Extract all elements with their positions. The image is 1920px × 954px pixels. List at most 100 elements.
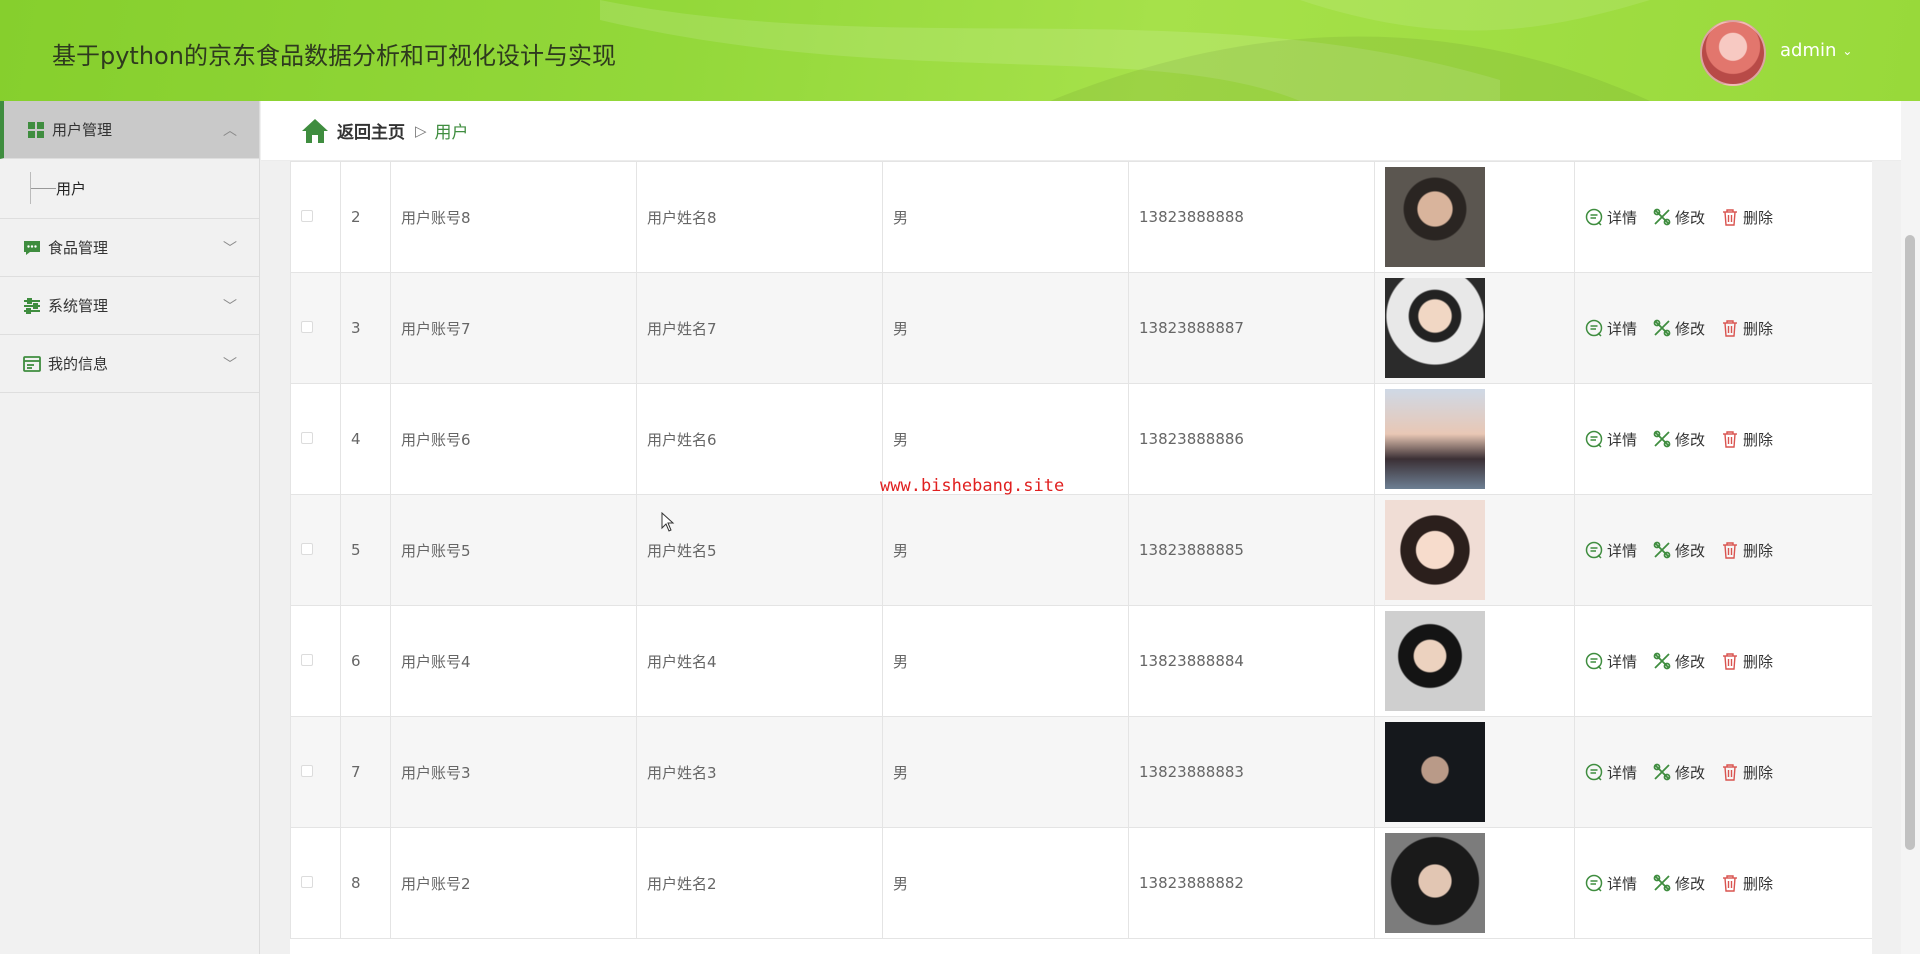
detail-icon <box>1585 652 1603 670</box>
detail-icon <box>1585 541 1603 559</box>
detail-button[interactable]: 详情 <box>1585 318 1637 339</box>
detail-button[interactable]: 详情 <box>1585 762 1637 783</box>
detail-button[interactable]: 详情 <box>1585 873 1637 894</box>
detail-button[interactable]: 详情 <box>1585 207 1637 228</box>
tools-icon <box>1653 430 1671 448</box>
delete-button[interactable]: 删除 <box>1721 318 1773 339</box>
sidebar-item-label: 食品管理 <box>48 239 109 257</box>
edit-button[interactable]: 修改 <box>1653 540 1705 561</box>
detail-icon <box>1585 208 1603 226</box>
row-actions: 详情 修改 删除 <box>1585 207 1862 228</box>
row-phone: 13823888885 <box>1128 494 1375 606</box>
breadcrumb-separator: ▷ <box>415 121 427 140</box>
chevron-down-icon: ﹀ <box>223 240 237 257</box>
row-checkbox[interactable] <box>301 876 313 888</box>
trash-icon <box>1723 542 1738 559</box>
card-icon <box>22 354 42 374</box>
row-name: 用户姓名4 <box>636 605 883 717</box>
edit-button[interactable]: 修改 <box>1653 873 1705 894</box>
sidebar-item-user-management[interactable]: 用户管理 ︿ <box>0 101 259 159</box>
sliders-icon <box>22 296 42 316</box>
row-checkbox[interactable] <box>301 654 313 666</box>
grid-icon <box>26 120 46 140</box>
table-row: 2 用户账号8 用户姓名8 男 13823888888 详情 修改 删除 <box>290 161 1872 273</box>
edit-button[interactable]: 修改 <box>1653 651 1705 672</box>
trash-icon <box>1723 764 1738 781</box>
user-menu[interactable]: admin ⌄ <box>1780 40 1852 61</box>
sidebar-item-food-management[interactable]: 食品管理 ﹀ <box>0 219 259 277</box>
detail-icon <box>1585 319 1603 337</box>
mouse-cursor-icon <box>661 512 675 532</box>
breadcrumb-home-label: 返回主页 <box>337 123 405 143</box>
watermark: www.bishebang.site <box>880 476 1065 496</box>
tools-icon <box>1653 763 1671 781</box>
delete-button[interactable]: 删除 <box>1721 429 1773 450</box>
row-phone: 13823888888 <box>1128 161 1375 273</box>
row-name: 用户姓名8 <box>636 161 883 273</box>
chevron-down-icon: ⌄ <box>1842 43 1853 58</box>
delete-button[interactable]: 删除 <box>1721 207 1773 228</box>
detail-button[interactable]: 详情 <box>1585 651 1637 672</box>
table-row: 7 用户账号3 用户姓名3 男 13823888883 详情 修改 删除 <box>290 716 1872 828</box>
app-title: 基于python的京东食品数据分析和可视化设计与实现 <box>52 42 616 70</box>
row-account: 用户账号5 <box>390 494 637 606</box>
detail-icon <box>1585 763 1603 781</box>
sidebar: 用户管理 ︿ 用户 食品管理 ﹀ 系统管理 ﹀ 我的信息 ﹀ <box>0 101 260 954</box>
row-index: 2 <box>340 161 391 273</box>
edit-button[interactable]: 修改 <box>1653 207 1705 228</box>
app-header: 基于python的京东食品数据分析和可视化设计与实现 admin ⌄ <box>0 0 1920 101</box>
user-photo <box>1385 500 1485 600</box>
row-gender: 男 <box>882 494 1129 606</box>
sidebar-item-label: 我的信息 <box>48 355 109 373</box>
row-account: 用户账号2 <box>390 827 637 939</box>
table-row: 5 用户账号5 用户姓名5 男 13823888885 详情 修改 删除 <box>290 494 1872 606</box>
tools-icon <box>1653 541 1671 559</box>
row-gender: 男 <box>882 161 1129 273</box>
delete-button[interactable]: 删除 <box>1721 540 1773 561</box>
chevron-up-icon: ︿ <box>223 122 237 139</box>
detail-button[interactable]: 详情 <box>1585 540 1637 561</box>
row-phone: 13823888886 <box>1128 383 1375 495</box>
row-actions: 详情 修改 删除 <box>1585 429 1862 450</box>
breadcrumb-current: 用户 <box>434 123 469 143</box>
row-checkbox[interactable] <box>301 765 313 777</box>
breadcrumb-home-link[interactable]: 返回主页 <box>301 118 405 144</box>
page-scrollbar-thumb[interactable] <box>1905 235 1915 850</box>
edit-button[interactable]: 修改 <box>1653 762 1705 783</box>
detail-button[interactable]: 详情 <box>1585 429 1637 450</box>
sidebar-item-my-info[interactable]: 我的信息 ﹀ <box>0 335 259 393</box>
row-actions: 详情 修改 删除 <box>1585 762 1862 783</box>
row-actions: 详情 修改 删除 <box>1585 318 1862 339</box>
trash-icon <box>1723 875 1738 892</box>
user-photo <box>1385 278 1485 378</box>
trash-icon <box>1723 431 1738 448</box>
row-checkbox[interactable] <box>301 543 313 555</box>
sidebar-subitem-label: 用户 <box>56 180 87 198</box>
row-phone: 13823888887 <box>1128 272 1375 384</box>
edit-button[interactable]: 修改 <box>1653 318 1705 339</box>
user-avatar[interactable] <box>1700 20 1766 86</box>
table-row: 4 用户账号6 用户姓名6 男 13823888886 详情 修改 删除 <box>290 383 1872 495</box>
detail-icon <box>1585 430 1603 448</box>
row-checkbox[interactable] <box>301 432 313 444</box>
sidebar-subitem-user[interactable]: 用户 <box>0 159 259 219</box>
row-checkbox[interactable] <box>301 321 313 333</box>
chat-icon <box>22 238 42 258</box>
trash-icon <box>1723 653 1738 670</box>
row-actions: 详情 修改 删除 <box>1585 651 1862 672</box>
row-gender: 男 <box>882 605 1129 717</box>
delete-button[interactable]: 删除 <box>1721 651 1773 672</box>
row-name: 用户姓名7 <box>636 272 883 384</box>
trash-icon <box>1723 209 1738 226</box>
row-phone: 13823888883 <box>1128 716 1375 828</box>
row-actions: 详情 修改 删除 <box>1585 873 1862 894</box>
tree-line-decoration <box>30 172 56 204</box>
sidebar-item-system-management[interactable]: 系统管理 ﹀ <box>0 277 259 335</box>
chevron-down-icon: ﹀ <box>223 298 237 315</box>
row-checkbox[interactable] <box>301 210 313 222</box>
delete-button[interactable]: 删除 <box>1721 762 1773 783</box>
breadcrumb: 返回主页 ▷ 用户 <box>261 101 1901 161</box>
delete-button[interactable]: 删除 <box>1721 873 1773 894</box>
table-row: 6 用户账号4 用户姓名4 男 13823888884 详情 修改 删除 <box>290 605 1872 717</box>
edit-button[interactable]: 修改 <box>1653 429 1705 450</box>
